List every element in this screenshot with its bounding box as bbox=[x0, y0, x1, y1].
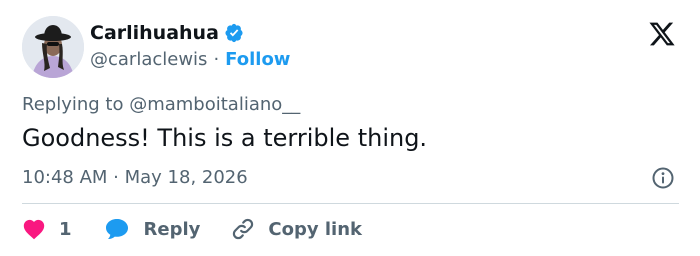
like-button[interactable]: 1 bbox=[22, 218, 72, 240]
tweet-text: Goodness! This is a terrible thing. bbox=[22, 124, 428, 152]
author-handle-row: @carlaclewis · Follow bbox=[90, 49, 290, 70]
like-count: 1 bbox=[59, 218, 72, 240]
reply-button[interactable]: Reply bbox=[104, 217, 201, 241]
speech-bubble-icon bbox=[105, 219, 128, 240]
heart-icon bbox=[23, 219, 45, 240]
tweet-actions: 1 Reply Copy link bbox=[22, 215, 362, 243]
author-display-name[interactable]: Carlihuahua bbox=[90, 22, 219, 44]
reply-context: Replying to @mamboitaliano__ bbox=[22, 94, 300, 115]
link-icon bbox=[233, 218, 254, 240]
replying-to-label: Replying to bbox=[22, 94, 130, 115]
author-name-row: Carlihuahua bbox=[90, 22, 244, 44]
author-handle[interactable]: @carlaclewis bbox=[90, 49, 207, 70]
follow-button[interactable]: Follow bbox=[225, 49, 290, 70]
separator-dot: · bbox=[213, 49, 220, 70]
copy-link-button[interactable]: Copy link bbox=[230, 216, 362, 242]
info-icon[interactable] bbox=[651, 166, 675, 190]
avatar[interactable] bbox=[22, 16, 84, 78]
divider bbox=[22, 203, 679, 204]
reply-label: Reply bbox=[143, 218, 201, 240]
copy-link-label: Copy link bbox=[268, 218, 362, 240]
verified-badge-icon bbox=[225, 23, 243, 43]
tweet-timestamp[interactable]: 10:48 AM · May 18, 2026 bbox=[22, 167, 248, 188]
reply-mention-link[interactable]: @mamboitaliano__ bbox=[129, 94, 300, 115]
avatar-photo bbox=[22, 16, 84, 78]
x-logo-icon[interactable] bbox=[647, 20, 677, 48]
